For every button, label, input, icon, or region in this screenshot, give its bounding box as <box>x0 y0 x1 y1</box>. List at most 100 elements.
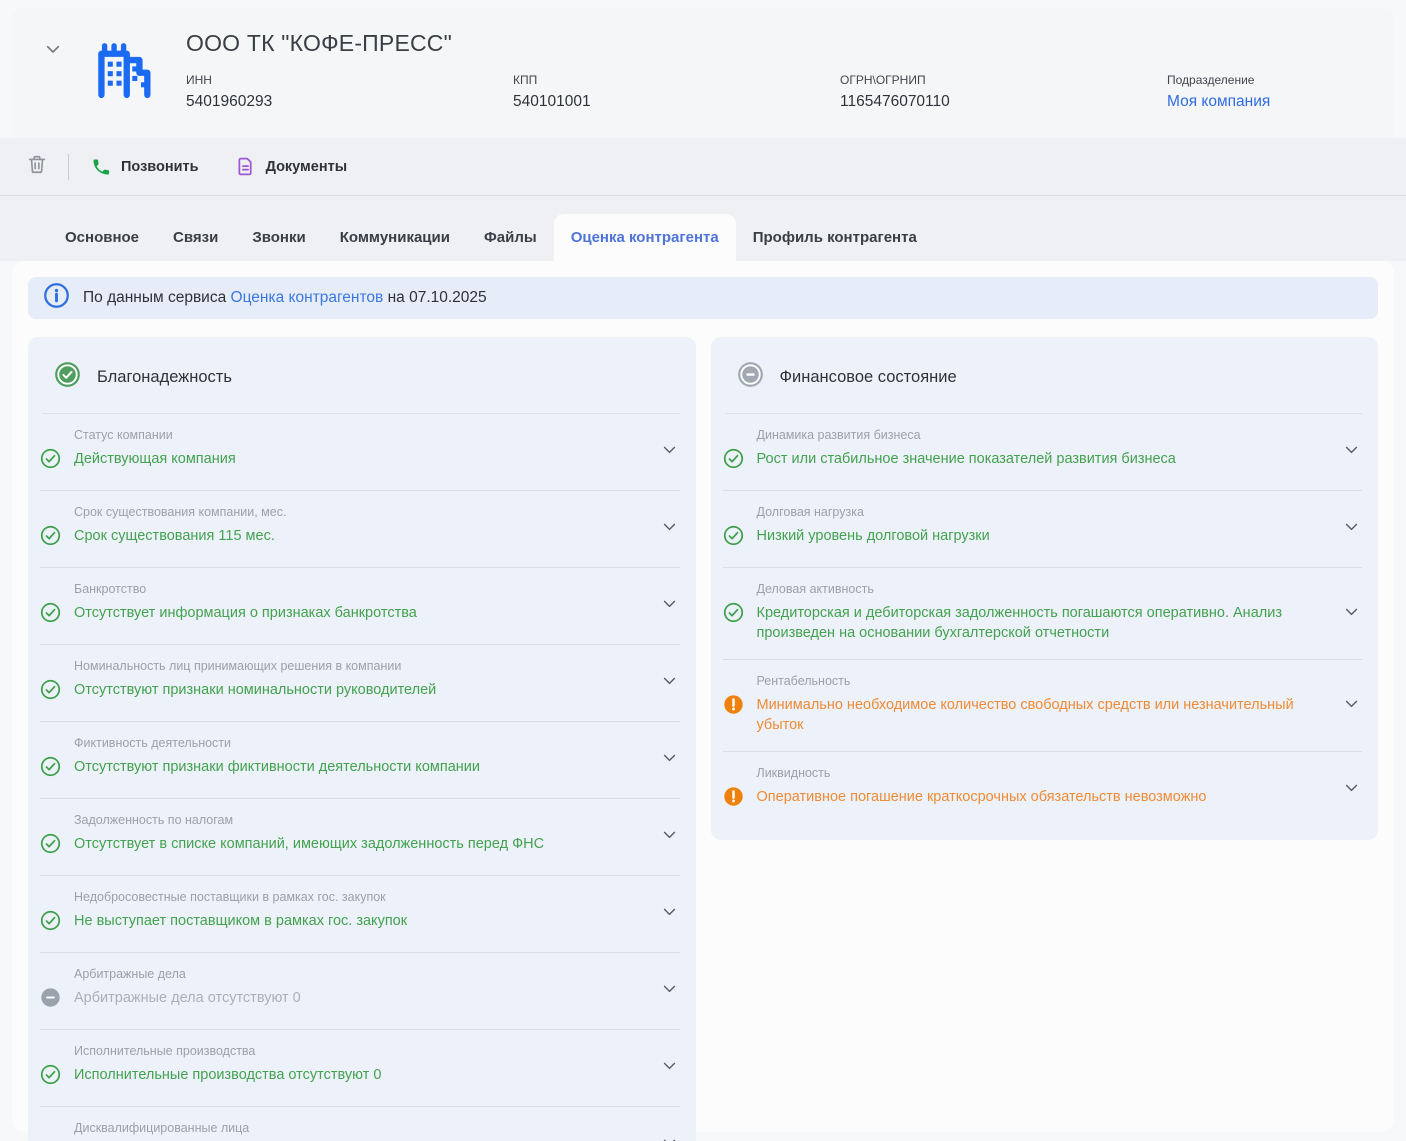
page-title: ООО ТК "КОФЕ-ПРЕСС" <box>186 30 452 56</box>
rating-item[interactable]: Банкротство Отсутствует информация о приз… <box>40 568 680 645</box>
exclamation-circle-icon <box>723 786 744 812</box>
tabs-bar: Основное Связи Звонки Коммуникации Файлы Оцен… <box>0 196 1406 261</box>
panel-title: Благонадежность <box>97 367 232 386</box>
rating-item[interactable]: Деловая активность Кредиторская и дебитор… <box>722 568 1362 660</box>
chevron-down-icon[interactable] <box>661 903 678 925</box>
building-icon <box>84 30 160 138</box>
chevron-down-icon[interactable] <box>661 441 678 463</box>
tab-коммуникации[interactable]: Коммуникации <box>323 214 467 261</box>
item-row: Минимально необходимое количество свобод… <box>723 695 1329 735</box>
chevron-down-icon[interactable] <box>661 672 678 694</box>
info-banner: По данным сервиса Оценка контрагентов на… <box>28 277 1378 319</box>
item-value: Действующая компания <box>74 451 236 467</box>
check-circle-icon <box>40 910 61 936</box>
counterparty-rating-link[interactable]: Оценка контрагентов <box>231 289 384 306</box>
rating-item[interactable]: Рентабельность Минимально необходимое кол… <box>722 660 1362 752</box>
item-label: Номинальность лиц принимающих решения в … <box>74 659 402 673</box>
minus-circle-icon <box>737 361 764 393</box>
rating-item[interactable]: Дисквалифицированные лицаВ состав руково… <box>40 1107 680 1141</box>
item-value: Срок существования 115 мес. <box>74 528 275 544</box>
tab-профиль-контрагента[interactable]: Профиль контрагента <box>736 214 934 261</box>
chevron-down-icon[interactable] <box>661 826 678 848</box>
toolbar-strip: Позвонить Документы Основное Связи Звонки К… <box>0 138 1406 261</box>
exclamation-circle-icon <box>723 694 744 720</box>
item-value: Рост или стабильное значение показателей… <box>756 451 1176 467</box>
chevron-down-icon[interactable] <box>1343 603 1360 625</box>
rating-item[interactable]: Исполнительные производства Исполнительны… <box>40 1030 680 1107</box>
chevron-down-icon[interactable] <box>1343 695 1360 717</box>
field-ogrn: ОГРН\ОГРНИП 1165476070110 <box>840 73 950 110</box>
rating-item[interactable]: Долговая нагрузка Низкий уровень долговой… <box>722 491 1362 568</box>
item-value: Низкий уровень долговой нагрузки <box>756 528 990 544</box>
item-row: Рост или стабильное значение показателей… <box>723 448 1329 474</box>
check-circle-icon <box>40 679 61 705</box>
tab-файлы[interactable]: Файлы <box>467 214 554 261</box>
rating-item[interactable]: Номинальность лиц принимающих решения в … <box>40 645 680 722</box>
item-row: Отсутствуют признаки номинальности руков… <box>40 679 646 705</box>
minus-circle-icon <box>40 987 61 1013</box>
field-inn: ИНН 5401960293 <box>186 73 273 110</box>
rating-item[interactable]: Фиктивность деятельности Отсутствуют приз… <box>40 722 680 799</box>
tab-звонки[interactable]: Звонки <box>235 214 322 261</box>
item-label: Недобросовестные поставщики в рамках гос… <box>74 890 386 904</box>
item-row: Действующая компания <box>40 448 646 474</box>
rating-item[interactable]: Ликвидность Оперативное погашение краткос… <box>723 752 1363 828</box>
company-header-card: ООО ТК "КОФЕ-ПРЕСС" ИНН 5401960293 КПП 5… <box>12 8 1394 138</box>
rating-item[interactable]: Задолженность по налогам Отсутствует в сп… <box>40 799 680 876</box>
item-value: Минимально необходимое количество свобод… <box>756 697 1294 733</box>
rating-item[interactable]: Динамика развития бизнеса Рост или стабил… <box>722 414 1362 491</box>
rating-item[interactable]: Недобросовестные поставщики в рамках гос… <box>40 876 680 953</box>
chevron-down-icon[interactable] <box>661 749 678 771</box>
item-label: Долговая нагрузка <box>756 505 864 519</box>
field-kpp: КПП 540101001 <box>513 73 591 110</box>
chevron-down-icon[interactable] <box>661 595 678 617</box>
item-label: Арбитражные дела <box>74 967 186 981</box>
item-value: Арбитражные дела отсутствуют 0 <box>74 990 301 1006</box>
rating-item[interactable]: Арбитражные дела Арбитражные дела отсутст… <box>40 953 680 1030</box>
item-value: Отсутствуют признаки номинальности руков… <box>74 682 437 698</box>
item-row: Низкий уровень долговой нагрузки <box>723 525 1329 551</box>
collapse-chevron-icon[interactable] <box>44 40 62 138</box>
panel-finance: Финансовое состояние Динамика развития би… <box>710 337 1379 840</box>
item-row: Кредиторская и дебиторская задолженность… <box>723 602 1329 643</box>
item-value: Отсутствуют признаки фиктивности деятель… <box>74 759 480 775</box>
check-circle-icon <box>723 448 744 474</box>
tab-связи[interactable]: Связи <box>156 214 235 261</box>
item-row: Отсутствуют признаки фиктивности деятель… <box>40 756 646 782</box>
item-label: Срок существования компании, мес. <box>74 505 287 519</box>
rating-panels: Благонадежность Статус компании Действующа… <box>28 337 1378 1141</box>
item-value: Отсутствует в списке компаний, имеющих з… <box>74 836 545 852</box>
trash-icon[interactable] <box>26 153 48 180</box>
call-button[interactable]: Позвонить <box>91 157 199 177</box>
division-link[interactable]: Моя компания <box>1167 93 1406 111</box>
info-icon <box>43 282 70 314</box>
rating-item[interactable]: Срок существования компании, мес. Срок су… <box>40 491 680 568</box>
rating-item[interactable]: Статус компании Действующая компания <box>40 414 680 491</box>
item-label: Ликвидность <box>756 766 831 780</box>
chevron-down-icon[interactable] <box>1343 441 1360 463</box>
chevron-down-icon[interactable] <box>1343 779 1360 801</box>
item-value: Оперативное погашение краткосрочных обяз… <box>756 789 1207 805</box>
item-label: Статус компании <box>74 428 173 442</box>
tab-оценка-контрагента[interactable]: Оценка контрагента <box>553 214 736 261</box>
chevron-down-icon[interactable] <box>661 518 678 540</box>
item-value: Отсутствует информация о признаках банкр… <box>74 605 417 621</box>
panel-header: Благонадежность <box>28 337 696 413</box>
check-circle-icon <box>40 756 61 782</box>
chevron-down-icon[interactable] <box>661 980 678 1002</box>
panel-title: Финансовое состояние <box>779 367 957 386</box>
chevron-down-icon[interactable] <box>661 1057 678 1079</box>
check-circle-icon <box>723 602 744 628</box>
item-label: Фиктивность деятельности <box>74 736 232 750</box>
check-circle-icon <box>40 448 61 474</box>
panel-header: Финансовое состояние <box>711 337 1379 413</box>
tab-основное[interactable]: Основное <box>48 214 156 261</box>
item-label: Динамика развития бизнеса <box>756 428 921 442</box>
item-row: Исполнительные производства отсутствуют … <box>40 1064 646 1090</box>
check-circle-icon <box>40 525 61 551</box>
banner-text: По данным сервиса Оценка контрагентов на… <box>83 289 487 306</box>
documents-button[interactable]: Документы <box>235 156 347 177</box>
chevron-down-icon[interactable] <box>1343 518 1360 540</box>
toolbar: Позвонить Документы <box>0 138 1406 196</box>
chevron-down-icon[interactable] <box>661 1134 678 1141</box>
